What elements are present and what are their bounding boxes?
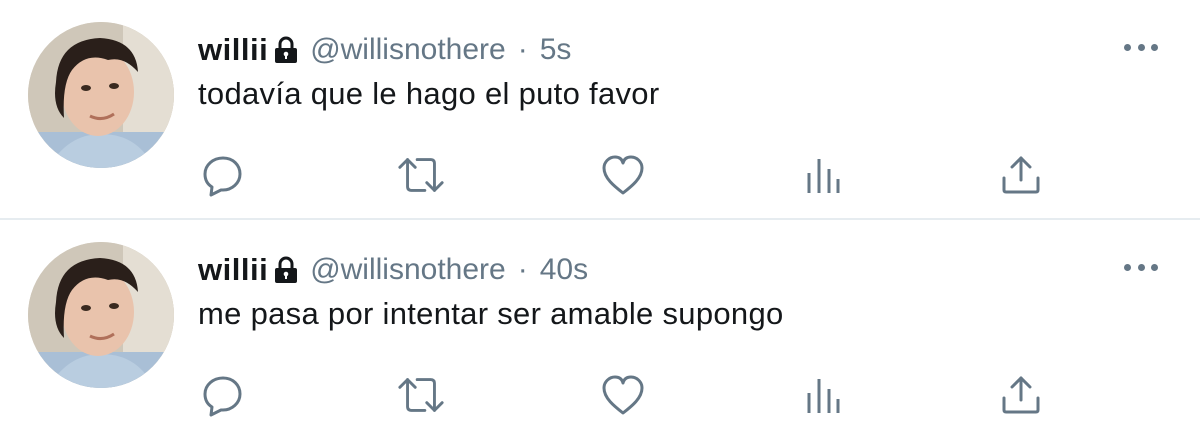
heart-icon <box>602 375 644 415</box>
avatar[interactable] <box>28 242 174 388</box>
share-icon <box>1002 156 1040 194</box>
reply-button[interactable] <box>198 370 248 420</box>
avatar-photo <box>28 242 174 388</box>
share-button[interactable] <box>996 370 1046 420</box>
like-button[interactable] <box>598 370 648 420</box>
display-name[interactable]: willii <box>198 252 268 288</box>
tweet-text: todavía que le hago el puto favor <box>198 76 660 111</box>
share-icon <box>1002 376 1040 414</box>
stats-icon <box>807 379 840 413</box>
share-button[interactable] <box>996 150 1046 200</box>
timestamp[interactable]: 5s <box>540 33 572 67</box>
tweet-header: willii @willisnothere · 5s <box>198 30 571 70</box>
tweet-actions <box>198 150 1058 200</box>
user-handle[interactable]: @willisnothere <box>310 253 506 287</box>
tweet-text: me pasa por intentar ser amable supongo <box>198 296 784 331</box>
tweet-header: willii @willisnothere · 40s <box>198 250 588 290</box>
retweet-button[interactable] <box>396 370 446 420</box>
stats-button[interactable] <box>798 150 848 200</box>
stats-icon <box>807 159 840 193</box>
tweet[interactable]: willii @willisnothere · 40s me pasa por … <box>0 220 1200 438</box>
reply-icon <box>203 156 242 197</box>
retweet-button[interactable] <box>396 150 446 200</box>
stats-button[interactable] <box>798 370 848 420</box>
separator-dot: · <box>517 33 528 66</box>
tweet-feed: willii @willisnothere · 5s todavía que l… <box>0 0 1200 438</box>
retweet-icon <box>398 378 444 412</box>
like-button[interactable] <box>598 150 648 200</box>
lock-icon <box>274 36 298 64</box>
more-options-icon[interactable] <box>1124 40 1158 54</box>
tweet-actions <box>198 370 1058 420</box>
separator-dot: · <box>517 253 528 286</box>
user-handle[interactable]: @willisnothere <box>310 33 506 67</box>
tweet[interactable]: willii @willisnothere · 5s todavía que l… <box>0 0 1200 220</box>
heart-icon <box>602 155 644 195</box>
reply-button[interactable] <box>198 150 248 200</box>
avatar[interactable] <box>28 22 174 168</box>
more-options-icon[interactable] <box>1124 260 1158 274</box>
timestamp[interactable]: 40s <box>540 253 588 287</box>
avatar-photo <box>28 22 174 168</box>
retweet-icon <box>398 158 444 192</box>
lock-icon <box>274 256 298 284</box>
reply-icon <box>203 376 242 417</box>
display-name[interactable]: willii <box>198 32 268 68</box>
